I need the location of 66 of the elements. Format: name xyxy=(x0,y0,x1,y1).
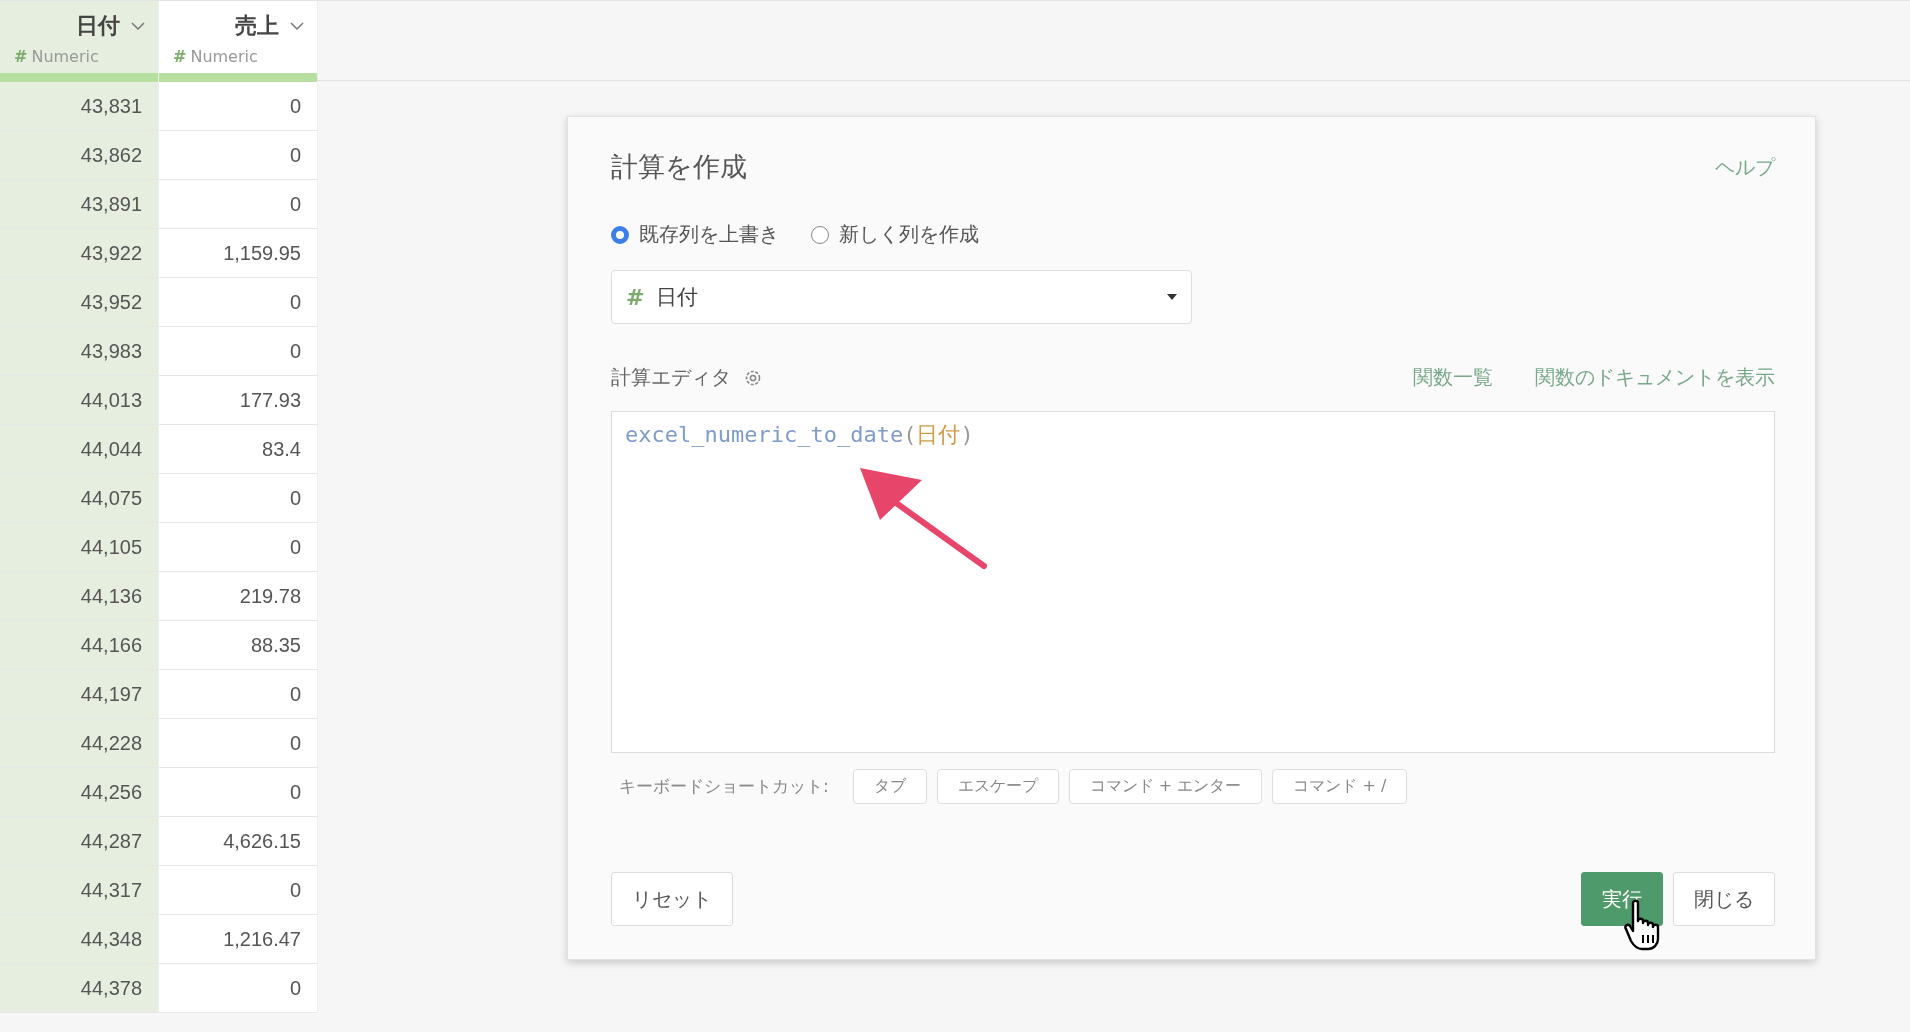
table-cell: 0 xyxy=(159,278,317,327)
column-name: 売上 xyxy=(235,12,279,40)
table-cell: 44,075 xyxy=(0,474,158,523)
table-cell: 44,228 xyxy=(0,719,158,768)
table-cell: 44,287 xyxy=(0,817,158,866)
type-mark: # xyxy=(173,47,187,66)
table-cell: 0 xyxy=(159,719,317,768)
table-cell: 0 xyxy=(159,131,317,180)
code-editor[interactable]: excel_numeric_to_date(日付) xyxy=(611,411,1775,753)
table-cell: 0 xyxy=(159,670,317,719)
radio-button[interactable] xyxy=(811,225,829,244)
table-cell: 0 xyxy=(159,82,317,131)
chevron-down-icon[interactable] xyxy=(130,21,146,31)
table-cell: 177.93 xyxy=(159,376,317,425)
table-cell: 0 xyxy=(159,523,317,572)
radio-option[interactable]: 既存列を上書き xyxy=(611,221,779,248)
shortcut-key[interactable]: エスケープ xyxy=(936,769,1059,804)
close-button[interactable]: 閉じる xyxy=(1673,872,1775,926)
table-cell: 0 xyxy=(159,327,317,376)
caret-icon xyxy=(1167,294,1177,300)
column-type: Numeric xyxy=(31,47,99,66)
table-cell: 0 xyxy=(159,180,317,229)
column-type: Numeric xyxy=(190,47,258,66)
chevron-down-icon[interactable] xyxy=(289,21,305,31)
table-cell: 44,378 xyxy=(0,964,158,1013)
table-cell: 88.35 xyxy=(159,621,317,670)
table-cell: 0 xyxy=(159,474,317,523)
function-link[interactable]: 関数のドキュメントを表示 xyxy=(1535,364,1775,391)
radio-option[interactable]: 新しく列を作成 xyxy=(811,221,979,248)
table-cell: 44,013 xyxy=(0,376,158,425)
table-cell: 43,952 xyxy=(0,278,158,327)
dialog-title: 計算を作成 xyxy=(611,150,747,184)
table-cell: 43,983 xyxy=(0,327,158,376)
table-cell: 1,216.47 xyxy=(159,915,317,964)
table-cell: 44,256 xyxy=(0,768,158,817)
function-link[interactable]: 関数一覧 xyxy=(1413,364,1493,391)
shortcut-key[interactable]: コマンド + / xyxy=(1272,769,1408,804)
table-cell: 43,891 xyxy=(0,180,158,229)
table-cell: 43,922 xyxy=(0,229,158,278)
table-cell: 44,317 xyxy=(0,866,158,915)
type-mark: # xyxy=(14,47,28,66)
reset-button[interactable]: リセット xyxy=(611,872,733,926)
table-cell: 0 xyxy=(159,866,317,915)
table-cell: 44,348 xyxy=(0,915,158,964)
shortcut-key[interactable]: コマンド + エンター xyxy=(1068,769,1263,804)
table-cell: 219.78 xyxy=(159,572,317,621)
table-cell: 43,862 xyxy=(0,131,158,180)
table-cell: 44,136 xyxy=(0,572,158,621)
table-cell: 0 xyxy=(159,964,317,1013)
table-cell: 4,626.15 xyxy=(159,817,317,866)
table-cell: 44,044 xyxy=(0,425,158,474)
table-cell: 44,197 xyxy=(0,670,158,719)
table-cell: 1,159.95 xyxy=(159,229,317,278)
editor-label: 計算エディタ xyxy=(611,364,731,391)
help-link[interactable]: ヘルプ xyxy=(1715,153,1775,181)
radio-button[interactable] xyxy=(611,225,629,244)
table-cell: 0 xyxy=(159,768,317,817)
table-cell: 83.4 xyxy=(159,425,317,474)
column-name: 日付 xyxy=(76,12,120,40)
shortcuts-label: キーボードショートカット: xyxy=(619,775,829,798)
shortcut-key[interactable]: タブ xyxy=(852,769,927,804)
code-line: excel_numeric_to_date(日付) xyxy=(625,421,975,449)
table-cell: 44,166 xyxy=(0,621,158,670)
table-cell: 43,831 xyxy=(0,82,158,131)
column-dropdown[interactable]: # 日付 xyxy=(611,270,1192,324)
table-cell: 44,105 xyxy=(0,523,158,572)
